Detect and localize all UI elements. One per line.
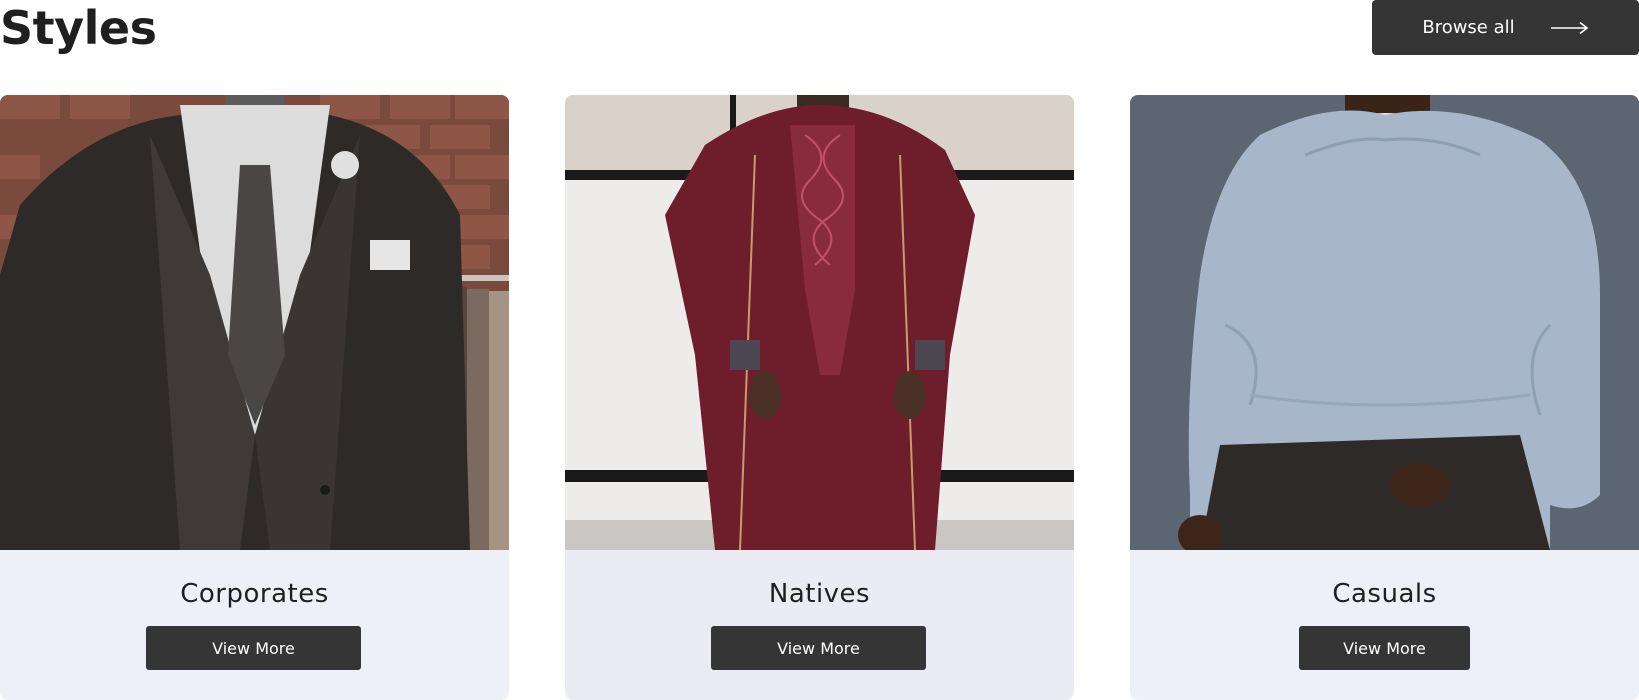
style-card-casuals: Casuals View More — [1130, 95, 1639, 700]
card-label-natives: Natives — [768, 579, 871, 609]
style-card-natives: Natives View More — [565, 95, 1074, 700]
page-title: Styles — [0, 1, 157, 55]
long-arrow-right-icon — [1550, 21, 1589, 35]
agbada-photo — [565, 95, 1074, 550]
view-more-button-natives[interactable]: View More — [711, 626, 926, 670]
style-card-corporates: Corporates View More — [0, 95, 509, 700]
card-label-casuals: Casuals — [1332, 579, 1437, 609]
browse-all-label: Browse all — [1422, 17, 1515, 38]
browse-all-button[interactable]: Browse all — [1372, 0, 1639, 55]
view-more-button-corporates[interactable]: View More — [146, 626, 361, 670]
suit-jacket-photo — [0, 95, 509, 550]
styles-section: Styles Browse all Corporates View More N… — [0, 0, 1639, 700]
card-label-corporates: Corporates — [180, 579, 329, 609]
sweatshirt-photo — [1130, 95, 1639, 550]
view-more-button-casuals[interactable]: View More — [1299, 626, 1470, 670]
